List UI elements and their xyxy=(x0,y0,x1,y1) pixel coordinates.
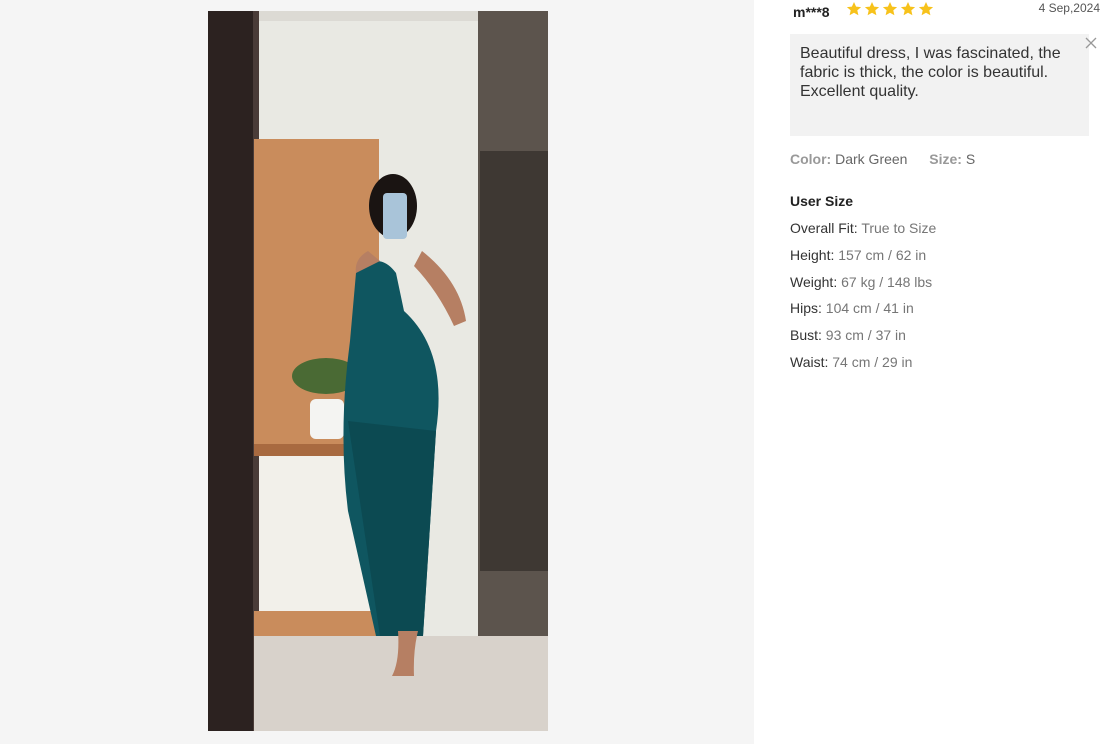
star-icon xyxy=(846,2,862,16)
size-row-value: 157 cm / 62 in xyxy=(838,246,927,263)
star-icon xyxy=(882,2,898,16)
size-row-label: Weight: xyxy=(790,273,838,290)
size-row-value: 67 kg / 148 lbs xyxy=(841,273,933,290)
size-row-weight: Weight: 67 kg / 148 lbs xyxy=(790,274,936,301)
close-icon[interactable] xyxy=(1085,37,1097,49)
size-label: Size: xyxy=(929,151,962,167)
reviewer-name: m***8 xyxy=(793,4,830,20)
review-date: 4 Sep,2024 xyxy=(1038,1,1100,15)
star-rating xyxy=(846,1,934,17)
size-row-label: Waist: xyxy=(790,353,829,370)
mirror-selfie-image xyxy=(208,11,548,731)
size-row-value: 74 cm / 29 in xyxy=(832,353,913,370)
star-icon xyxy=(918,2,934,16)
size-row-value: 93 cm / 37 in xyxy=(825,327,906,344)
size-value: S xyxy=(965,151,976,167)
size-row-label: Hips: xyxy=(790,300,822,317)
size-row-label: Height: xyxy=(790,246,835,263)
review-comment: Beautiful dress, I was fascinated, the f… xyxy=(790,34,1089,136)
size-row-height: Height: 157 cm / 62 in xyxy=(790,247,936,274)
size-row-hips: Hips: 104 cm / 41 in xyxy=(790,300,936,327)
color-label: Color: xyxy=(790,151,832,167)
size-row-label: Overall Fit: xyxy=(790,220,858,236)
size-row-bust: Bust: 93 cm / 37 in xyxy=(790,327,936,354)
color-value: Dark Green xyxy=(835,151,908,167)
star-icon xyxy=(864,2,880,16)
review-panel: m***8 4 Sep,2024 Beautiful dress, I was … xyxy=(790,0,1100,744)
star-icon xyxy=(900,2,916,16)
purchase-attributes: Color: Dark Green Size: S xyxy=(790,151,975,167)
size-row-value: True to Size xyxy=(861,220,937,236)
size-row-overall-fit: Overall Fit: True to Size xyxy=(790,220,936,247)
review-image-gallery xyxy=(0,0,754,744)
review-photo[interactable] xyxy=(208,11,548,731)
size-row-label: Bust: xyxy=(790,327,822,344)
user-size-list: Overall Fit: True to Size Height: 157 cm… xyxy=(790,220,936,381)
size-row-value: 104 cm / 41 in xyxy=(825,300,914,317)
user-size-title: User Size xyxy=(790,193,854,209)
size-row-waist: Waist: 74 cm / 29 in xyxy=(790,354,936,381)
